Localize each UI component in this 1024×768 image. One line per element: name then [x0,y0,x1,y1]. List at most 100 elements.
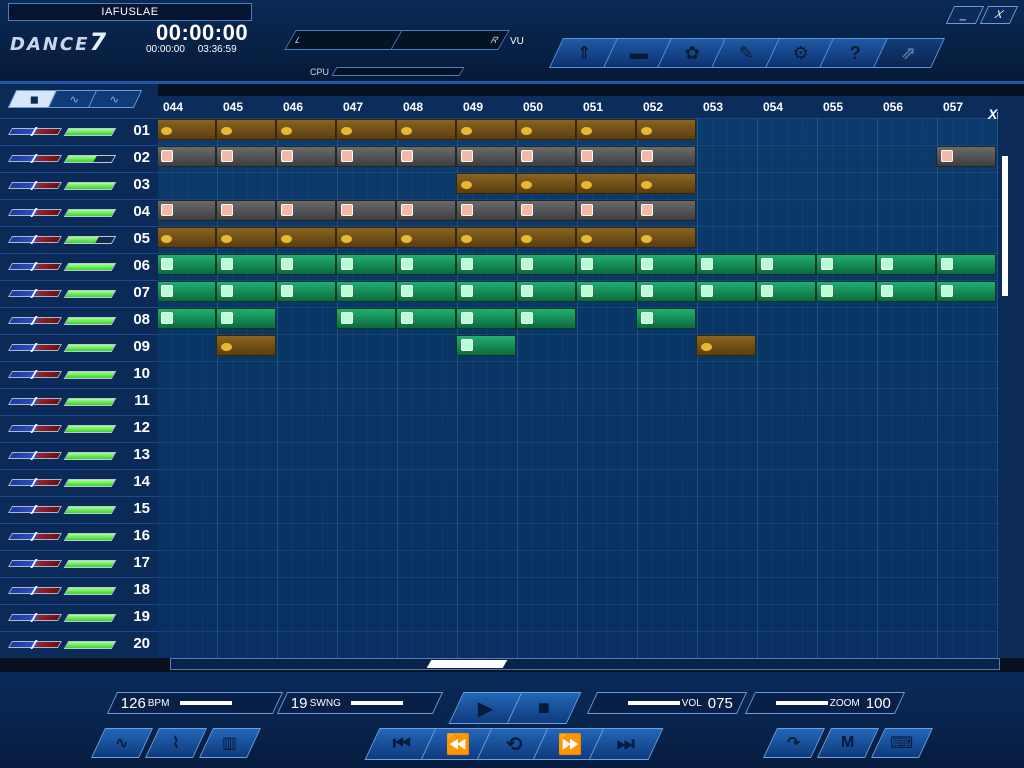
drum-clip[interactable] [158,146,216,167]
lead-clip[interactable] [876,281,936,302]
timeline-ruler[interactable]: 044 045 046 047 048 049 050 051 052 053 054 055 056 0… [158,96,998,118]
lead-clip[interactable] [336,281,396,302]
vertical-scrollbar[interactable] [998,96,1024,658]
pan-slider[interactable] [7,533,63,540]
volume-fader[interactable] [63,587,117,595]
track-row[interactable]: 19 [0,604,158,631]
lead-clip[interactable] [756,254,816,275]
drum-clip[interactable] [276,146,336,167]
track-row[interactable]: 12 [0,415,158,442]
swing-slider[interactable] [350,701,403,705]
drum-clip[interactable] [216,146,276,167]
pan-slider[interactable] [7,614,63,621]
lead-clip[interactable] [516,308,576,329]
pan-slider[interactable] [7,344,63,351]
drum-clip[interactable] [216,200,276,221]
pan-slider[interactable] [7,452,63,459]
bass-clip[interactable] [216,227,276,248]
drum-clip[interactable] [396,200,456,221]
bass-clip[interactable] [276,119,336,140]
swing-control[interactable]: 19 SWNG [276,692,444,714]
bass-clip[interactable] [336,119,396,140]
bass-clip[interactable] [216,119,276,140]
lead-clip[interactable] [336,254,396,275]
lead-clip[interactable] [216,281,276,302]
lead-clip[interactable] [456,335,516,356]
volume-fader[interactable] [63,560,117,568]
bpm-slider[interactable] [179,701,232,705]
lead-clip[interactable] [516,254,576,275]
undo-button[interactable]: ↷ [763,728,825,758]
minimize-button[interactable]: _ [945,6,985,24]
volume-fader[interactable] [63,344,117,352]
track-row[interactable]: 08 [0,307,158,334]
track-row[interactable]: 18 [0,577,158,604]
drum-clip[interactable] [456,146,516,167]
drum-clip[interactable] [636,200,696,221]
bass-clip[interactable] [396,119,456,140]
zoom-control[interactable]: ZOOM 100 [744,692,906,714]
volume-fader[interactable] [63,317,117,325]
vertical-scroll-thumb[interactable] [1002,156,1008,296]
track-row[interactable]: 04 [0,199,158,226]
lead-clip[interactable] [216,308,276,329]
track-row[interactable]: 16 [0,523,158,550]
close-button[interactable]: X [979,6,1019,24]
drum-clip[interactable] [576,200,636,221]
bass-clip[interactable] [276,227,336,248]
lead-clip[interactable] [816,254,876,275]
drum-clip[interactable] [336,200,396,221]
drum-clip[interactable] [576,146,636,167]
stop-button[interactable]: ■ [506,692,582,724]
lead-clip[interactable] [158,254,216,275]
pattern-button[interactable]: ▥ [199,728,261,758]
bass-clip[interactable] [696,335,756,356]
bass-clip[interactable] [336,227,396,248]
track-row[interactable]: 03 [0,172,158,199]
pan-slider[interactable] [7,506,63,513]
arrangement-grid[interactable] [158,118,998,658]
pan-slider[interactable] [7,236,63,243]
volume-fader[interactable] [63,452,117,460]
bass-clip[interactable] [576,227,636,248]
pan-slider[interactable] [7,290,63,297]
track-row[interactable]: 13 [0,442,158,469]
lead-clip[interactable] [516,281,576,302]
track-row[interactable]: 15 [0,496,158,523]
lead-clip[interactable] [456,254,516,275]
volume-fader[interactable] [63,371,117,379]
zoom-slider[interactable] [775,701,828,705]
envelope-button[interactable]: ⌇ [145,728,207,758]
horizontal-scrollbar[interactable] [170,658,1000,670]
pan-slider[interactable] [7,209,63,216]
wave-button[interactable]: ∿ [91,728,153,758]
bass-clip[interactable] [576,119,636,140]
track-row[interactable]: 10 [0,361,158,388]
track-row[interactable]: 09 [0,334,158,361]
midi-button[interactable]: M [817,728,879,758]
volume-fader[interactable] [63,290,117,298]
volume-fader[interactable] [63,425,117,433]
lead-clip[interactable] [936,254,996,275]
lead-clip[interactable] [276,254,336,275]
volume-fader[interactable] [63,182,117,190]
volume-fader[interactable] [63,533,117,541]
lead-clip[interactable] [336,308,396,329]
lead-clip[interactable] [876,254,936,275]
lead-clip[interactable] [158,308,216,329]
bass-clip[interactable] [516,173,576,194]
lead-clip[interactable] [396,281,456,302]
horizontal-scroll-thumb[interactable] [426,660,508,668]
volume-fader[interactable] [63,236,117,244]
volume-fader[interactable] [63,263,117,271]
pan-slider[interactable] [7,263,63,270]
lead-clip[interactable] [216,254,276,275]
to-end-button[interactable]: ⏭ [588,728,664,760]
lead-clip[interactable] [756,281,816,302]
bass-clip[interactable] [396,227,456,248]
drum-clip[interactable] [396,146,456,167]
bass-clip[interactable] [636,173,696,194]
drum-clip[interactable] [636,146,696,167]
drum-clip[interactable] [456,200,516,221]
drum-clip[interactable] [336,146,396,167]
